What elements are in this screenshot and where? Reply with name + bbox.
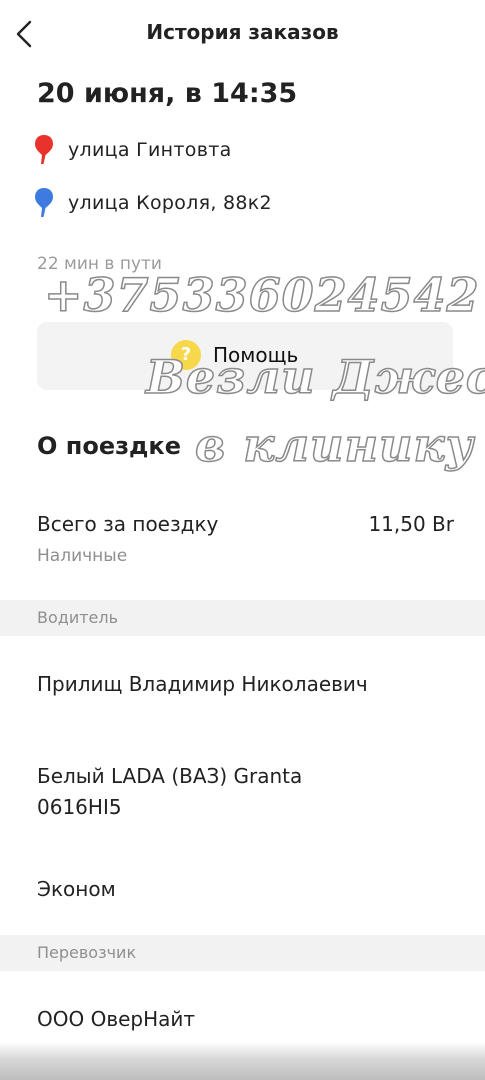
watermark-line-2: Везли Джес [145, 349, 485, 405]
payment-method: Наличные [37, 546, 128, 566]
route-point-from: улица Гинтовта [34, 133, 232, 167]
watermark-phone: +375336024542 [43, 267, 480, 323]
blue-pin-icon [35, 188, 53, 217]
page-title: История заказов [146, 20, 339, 44]
order-date: 20 июня, в 14:35 [37, 78, 298, 109]
total-label: Всего за поездку [37, 512, 219, 536]
carrier-name: ООО ОверНайт [37, 1007, 196, 1031]
driver-section-header: Водитель [0, 600, 485, 636]
red-pin-icon [35, 135, 53, 164]
driver-section-label: Водитель [37, 608, 119, 627]
to-address: улица Короля, 88к2 [68, 192, 272, 214]
driver-name: Прилищ Владимир Николаевич [37, 672, 368, 696]
car-model: Белый LADA (ВАЗ) Granta [37, 764, 303, 788]
car-plate: 0616HI5 [37, 795, 122, 819]
from-address: улица Гинтовта [68, 139, 232, 161]
carrier-section-label: Перевозчик [37, 943, 137, 962]
top-bar: История заказов [0, 0, 485, 70]
bottom-fade [0, 1042, 485, 1080]
route-point-to: улица Короля, 88к2 [34, 186, 272, 220]
tariff-name: Эконом [37, 877, 116, 901]
trip-section-title: О поездке [37, 432, 181, 460]
total-value: 11,50 Br [368, 512, 454, 536]
watermark-line-3: в клинику [194, 417, 475, 473]
carrier-section-header: Перевозчик [0, 935, 485, 971]
